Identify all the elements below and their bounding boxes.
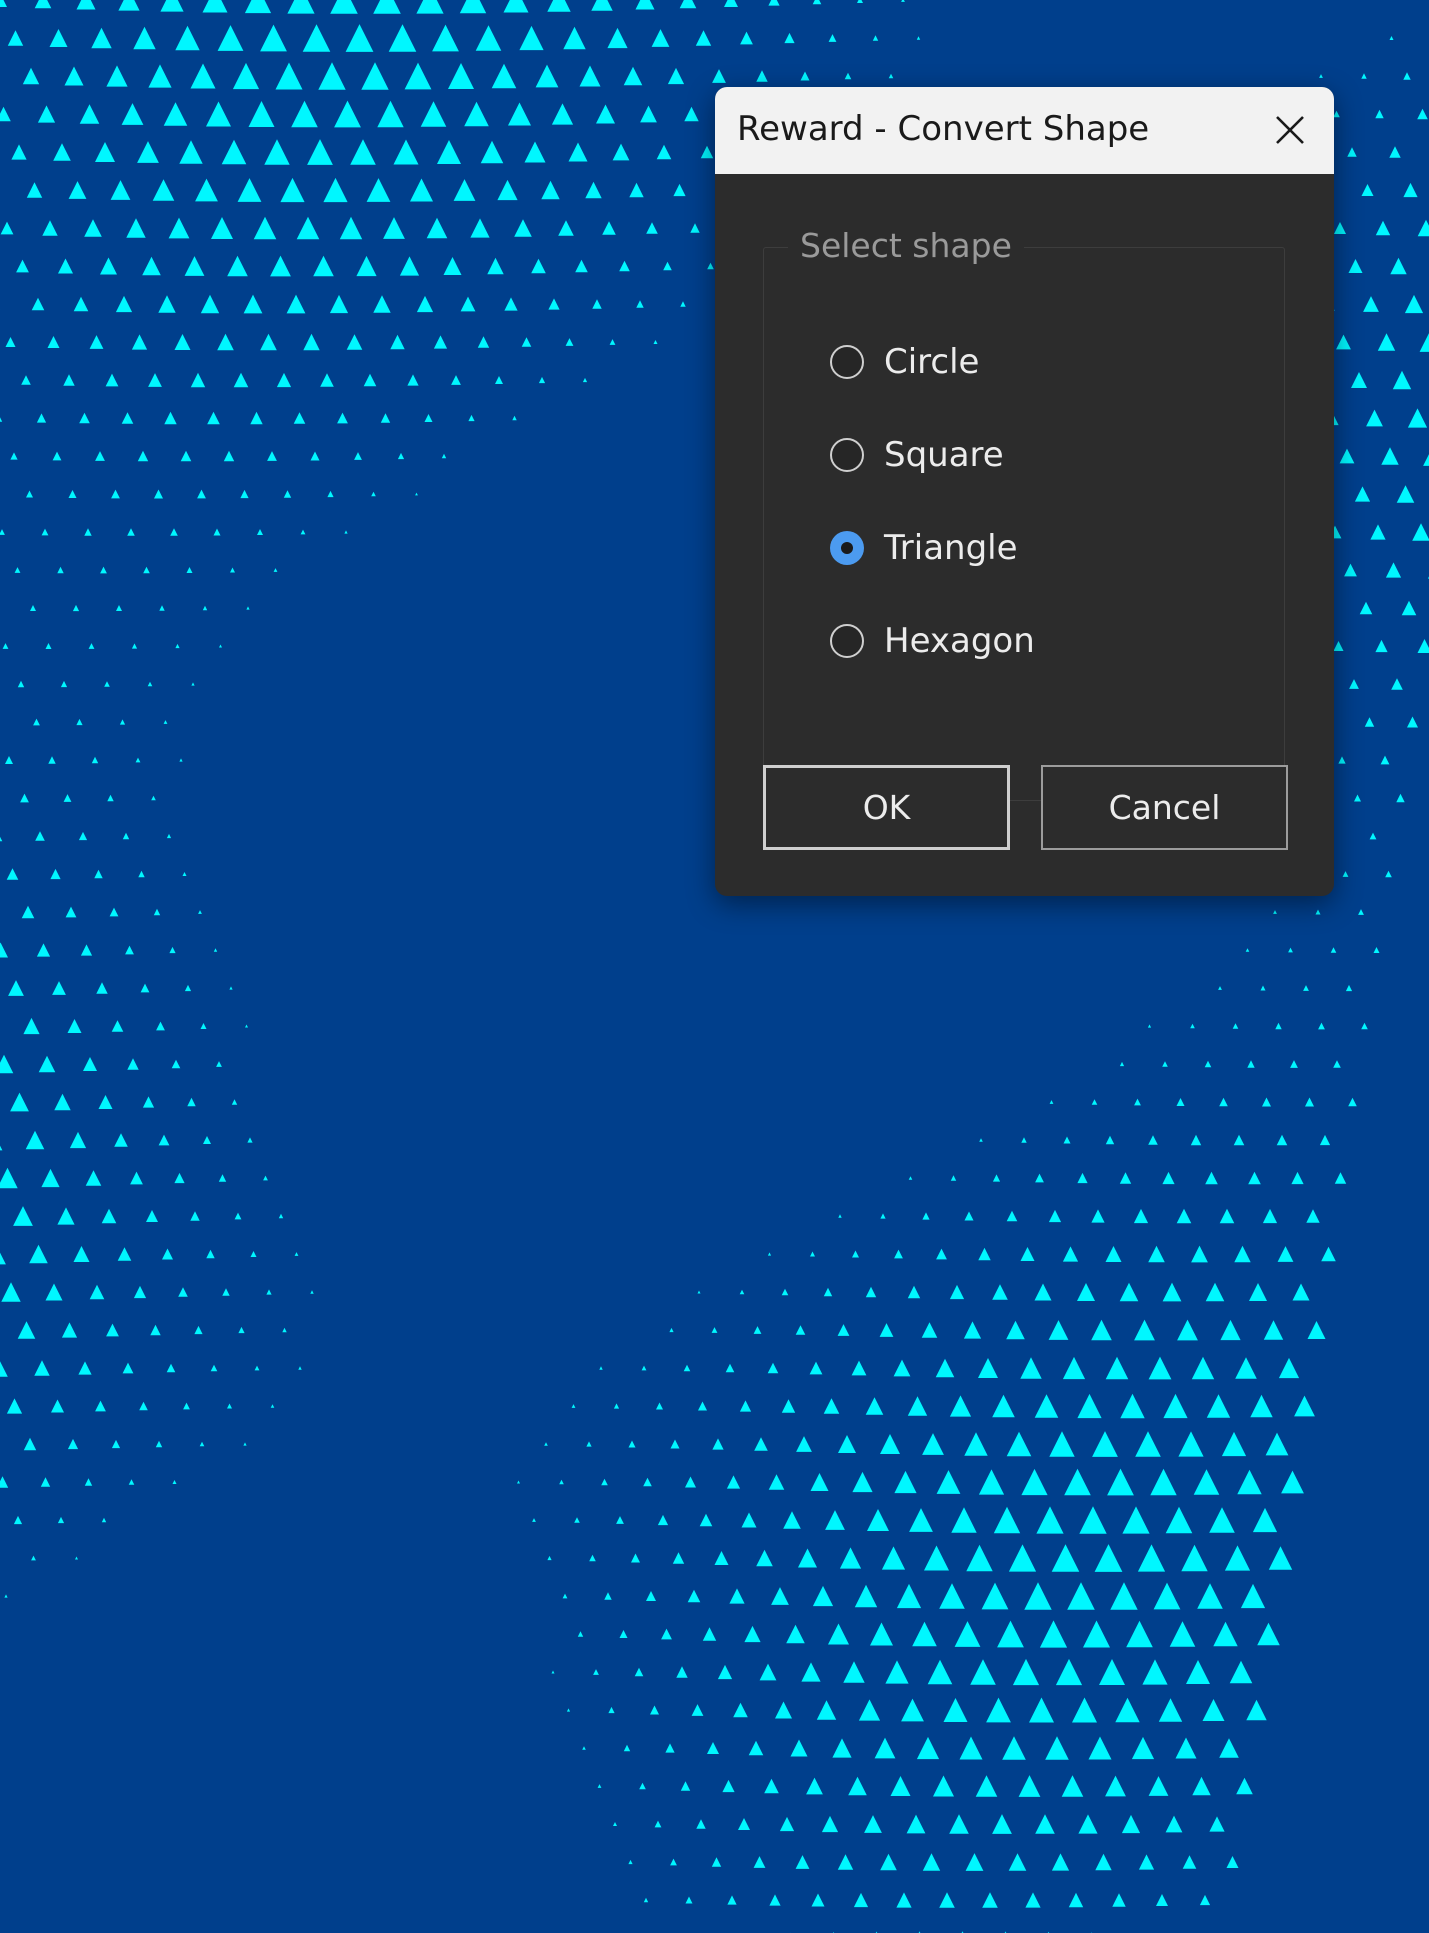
radio-label: Hexagon [884,621,1035,661]
radio-triangle-option[interactable]: Triangle [830,523,1018,573]
close-icon [1276,116,1304,144]
radio-circle-option[interactable]: Circle [830,337,979,387]
dialog-title: Reward - Convert Shape [737,109,1150,149]
radio-button-selected-icon[interactable] [830,531,864,565]
radio-label: Square [884,435,1004,475]
shape-groupbox: Select shape Circle Square Triangle Hexa… [763,226,1285,801]
radio-label: Triangle [884,528,1018,568]
desktop-background: Reward - Convert Shape Select shape Circ… [0,0,1429,1933]
radio-label: Circle [884,342,980,382]
radio-button-icon[interactable] [830,624,864,658]
radio-button-icon[interactable] [830,345,864,379]
radio-button-icon[interactable] [830,438,864,472]
dialog-titlebar[interactable]: Reward - Convert Shape [715,87,1334,174]
radio-square-option[interactable]: Square [830,430,1004,480]
ok-button[interactable]: OK [763,765,1010,850]
radio-hexagon-option[interactable]: Hexagon [830,616,1035,666]
cancel-button[interactable]: Cancel [1041,765,1288,850]
convert-shape-dialog: Reward - Convert Shape Select shape Circ… [715,87,1334,896]
close-button[interactable] [1247,87,1334,174]
groupbox-label: Select shape [788,226,1024,265]
